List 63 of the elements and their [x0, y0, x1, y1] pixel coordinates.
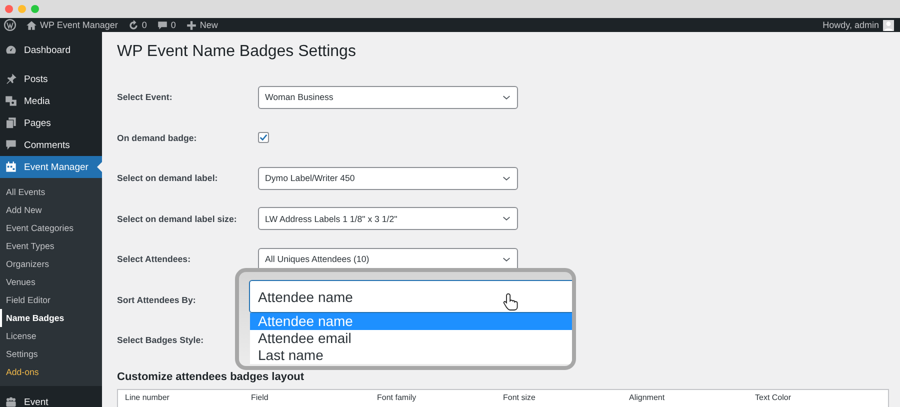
submenu-item[interactable]: Field Editor: [0, 291, 102, 309]
checkbox[interactable]: [258, 132, 269, 144]
page-title: WP Event Name Badges Settings: [117, 43, 357, 61]
submenu-item[interactable]: Organizers: [0, 255, 102, 273]
pushpin-icon: [5, 73, 17, 85]
submenu-item[interactable]: Add New: [0, 201, 102, 219]
submenu-item[interactable]: Add-ons: [0, 363, 102, 381]
submenu-item[interactable]: License: [0, 327, 102, 345]
submenu-item[interactable]: Event Categories: [0, 219, 102, 237]
new-link[interactable]: New: [200, 20, 218, 30]
comment-icon: [156, 20, 168, 30]
field-label: Select Badges Style:: [117, 335, 205, 346]
submenu-item[interactable]: Venues: [0, 273, 102, 291]
comment-icon: [5, 139, 17, 151]
wordpress-logo-icon[interactable]: [4, 19, 16, 31]
comments-count[interactable]: 0: [170, 20, 176, 30]
submenu-item[interactable]: All Events: [0, 183, 102, 201]
sidebar-menu-item[interactable]: Media: [0, 90, 102, 112]
column-header: Line number: [125, 392, 170, 402]
select-dropdown[interactable]: Woman Business: [258, 86, 518, 109]
column-header: Alignment: [629, 392, 666, 402]
sidebar-menu-item[interactable]: Comments: [0, 134, 102, 156]
updates-count[interactable]: 0: [142, 20, 147, 30]
calendar-icon: [5, 161, 17, 173]
submenu-item[interactable]: Settings: [0, 345, 102, 363]
minimize-button[interactable]: [18, 5, 26, 13]
home-icon: [26, 20, 37, 30]
people-icon: [5, 396, 17, 407]
column-header: Text Color: [755, 392, 792, 402]
sidebar-menu-item[interactable]: Pages: [0, 112, 102, 134]
site-name-link[interactable]: WP Event Manager: [40, 20, 118, 30]
greeting-link[interactable]: Howdy, admin: [822, 20, 879, 30]
dropdown-option[interactable]: Attendee email: [250, 330, 572, 347]
avatar-icon: [883, 20, 894, 30]
close-button[interactable]: [5, 5, 13, 13]
select-dropdown[interactable]: LW Address Labels 1 1/8" x 3 1/2": [258, 207, 518, 230]
dashboard-icon: [5, 44, 17, 56]
field-label: Sort Attendees By:: [117, 294, 197, 305]
field-label: Select Event:: [117, 92, 174, 102]
checkmark-icon: [259, 133, 268, 142]
section-heading: Customize attendees badges layout: [117, 370, 306, 384]
sidebar-menu-item[interactable]: Event Manager: [0, 156, 102, 178]
field-label: Select on demand label size:: [117, 214, 238, 224]
column-header: Font size: [503, 392, 536, 402]
dropdown-option[interactable]: Last name: [250, 347, 572, 364]
select-dropdown[interactable]: All Uniques Attendees (10): [258, 248, 518, 271]
column-header: Font family: [377, 392, 418, 402]
plus-icon: [186, 20, 197, 30]
pages-icon: [5, 117, 17, 129]
field-label: Select on demand label:: [117, 173, 219, 184]
sidebar-menu-item[interactable]: Dashboard: [0, 39, 102, 61]
media-icon: [5, 95, 17, 107]
column-header: Field: [251, 392, 270, 402]
sidebar-menu-item[interactable]: Event: [0, 391, 102, 407]
field-label: Select Attendees:: [117, 254, 192, 264]
sidebar-menu-item[interactable]: Posts: [0, 68, 102, 90]
select-dropdown[interactable]: Dymo Label/Writer 450: [258, 166, 518, 190]
maximize-button[interactable]: [31, 5, 39, 13]
submenu-item[interactable]: Name Badges: [0, 309, 102, 327]
refresh-icon: [128, 20, 139, 30]
sort-dropdown[interactable]: Attendee name: [249, 280, 572, 313]
field-label: On demand badge:: [117, 132, 198, 143]
submenu-item[interactable]: Event Types: [0, 237, 102, 255]
